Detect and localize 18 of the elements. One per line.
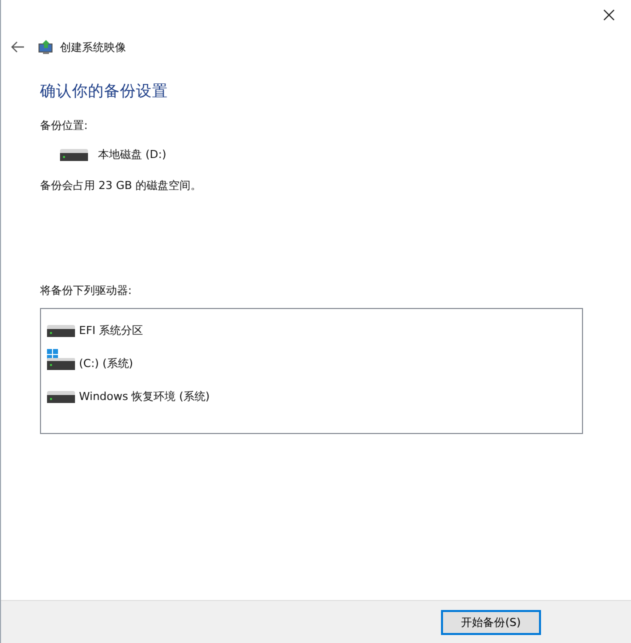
back-arrow-icon: [10, 39, 26, 55]
backup-location-label: 备份位置:: [40, 118, 89, 133]
space-usage-text: 备份会占用 23 GB 的磁盘空间。: [40, 178, 203, 193]
drive-list-item: Windows 恢复环境 (系统): [79, 390, 210, 403]
drive-icon: [47, 325, 75, 337]
close-icon: [603, 9, 615, 21]
start-backup-button[interactable]: 开始备份(S): [441, 610, 541, 634]
window-title: 创建系统映像: [60, 40, 126, 54]
back-button[interactable]: [10, 39, 26, 55]
drive-list-item: (C:) (系统): [79, 357, 134, 370]
backup-computer-icon: [38, 39, 54, 55]
system-drive-icon: [47, 349, 75, 370]
page-heading: 确认你的备份设置: [40, 81, 169, 102]
drives-label: 将备份下列驱动器:: [40, 283, 133, 298]
drive-icon: [47, 391, 75, 403]
drive-icon: [60, 148, 88, 160]
drive-list-item: EFI 系统分区: [79, 324, 144, 337]
drive-name: 本地磁盘 (D:): [98, 147, 166, 162]
